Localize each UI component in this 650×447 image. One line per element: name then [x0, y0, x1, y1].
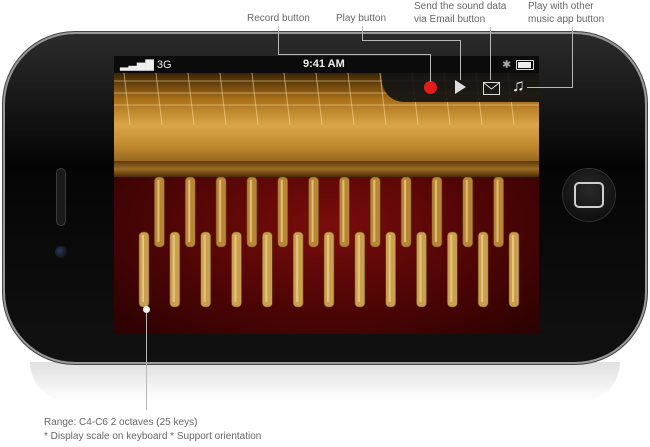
signal-strength: ▂▃▅▇ 3G [120, 58, 172, 71]
send-email-callout-line2: via Email button [414, 14, 486, 25]
network-type: 3G [156, 59, 172, 71]
comb-tooth[interactable] [154, 177, 165, 248]
send-email-callout-line1: Send the sound data [414, 1, 507, 12]
comb-tooth[interactable] [292, 231, 304, 308]
comb-tooth-highlight [373, 180, 376, 242]
music-app-callout: Play with other music app button [528, 0, 604, 26]
comb-tooth-highlight [465, 180, 468, 242]
play-leader-h [362, 26, 363, 40]
music-leader-h [527, 87, 573, 88]
phone-reflection [30, 362, 620, 402]
earpiece-speaker [56, 168, 66, 226]
music-app-callout-line2: music app button [528, 14, 605, 25]
comb-tooth[interactable] [215, 177, 227, 248]
music-box-keyboard[interactable] [114, 177, 539, 334]
comb-tooth-highlight [311, 180, 314, 242]
app-screen: ▂▃▅▇ 3G 9:41 AM ✱ [114, 56, 539, 334]
music-leader-v [572, 27, 573, 87]
signal-bars-icon: ▂▃▅▇ [120, 59, 157, 71]
comb-tooth-highlight [203, 235, 206, 302]
play-leader-v [460, 40, 461, 80]
comb-tooth-highlight [481, 235, 484, 302]
record-button[interactable] [424, 81, 437, 94]
play-leader-h2 [362, 40, 460, 41]
mail-icon[interactable] [483, 82, 500, 95]
comb-tooth-highlight [357, 235, 360, 302]
range-leader-v [146, 310, 147, 410]
send-leader-v [490, 27, 491, 80]
comb-tooth-highlight [157, 180, 160, 242]
record-leader-v [430, 54, 431, 82]
send-email-callout: Send the sound data via Email button [414, 0, 506, 26]
battery-icon [516, 60, 534, 70]
comb-tooth-highlight [512, 235, 514, 302]
comb-tooth-highlight [388, 235, 391, 302]
comb-tooth-highlight [496, 180, 499, 242]
bluetooth-icon: ✱ [502, 59, 512, 71]
comb-tooth[interactable] [246, 177, 258, 248]
record-leader-h [278, 26, 279, 54]
music-note-icon[interactable]: ♫ [512, 76, 525, 96]
record-button-callout: Record button [247, 13, 310, 24]
feature-notes: * Display scale on keyboard * Support or… [44, 431, 262, 442]
comb-tooth[interactable] [339, 177, 350, 248]
comb-tooth-highlight [342, 180, 345, 242]
front-camera [55, 246, 67, 258]
comb-tooth-highlight [172, 235, 175, 302]
comb-tooth-highlight [265, 235, 268, 302]
play-button-callout: Play button [336, 13, 387, 24]
comb-tooth-highlight [249, 180, 252, 242]
status-time: 9:41 AM [303, 58, 345, 70]
range-leader-dot [143, 306, 150, 313]
comb-tooth-highlight [188, 180, 191, 242]
comb-tooth-highlight [296, 235, 299, 302]
status-bar: ▂▃▅▇ 3G 9:41 AM ✱ [114, 56, 539, 73]
play-button[interactable] [455, 80, 466, 94]
record-leader-h2 [278, 54, 430, 55]
music-app-callout-line1: Play with other [528, 1, 594, 12]
comb-tooth-highlight [404, 180, 407, 242]
comb-tooth-highlight [142, 235, 144, 302]
comb-tooth-highlight [419, 235, 422, 302]
home-square-icon [574, 182, 604, 208]
comb-tooth-highlight [234, 235, 237, 302]
comb-tooth-highlight [219, 180, 222, 242]
range-caption: Range: C4-C6 2 octaves (25 keys) [44, 417, 198, 428]
comb-base [114, 161, 539, 177]
comb-tooth-highlight [450, 235, 453, 302]
comb-tooth-highlight [327, 235, 329, 302]
comb-tooth-highlight [434, 180, 437, 242]
comb-tooth-highlight [280, 180, 283, 242]
